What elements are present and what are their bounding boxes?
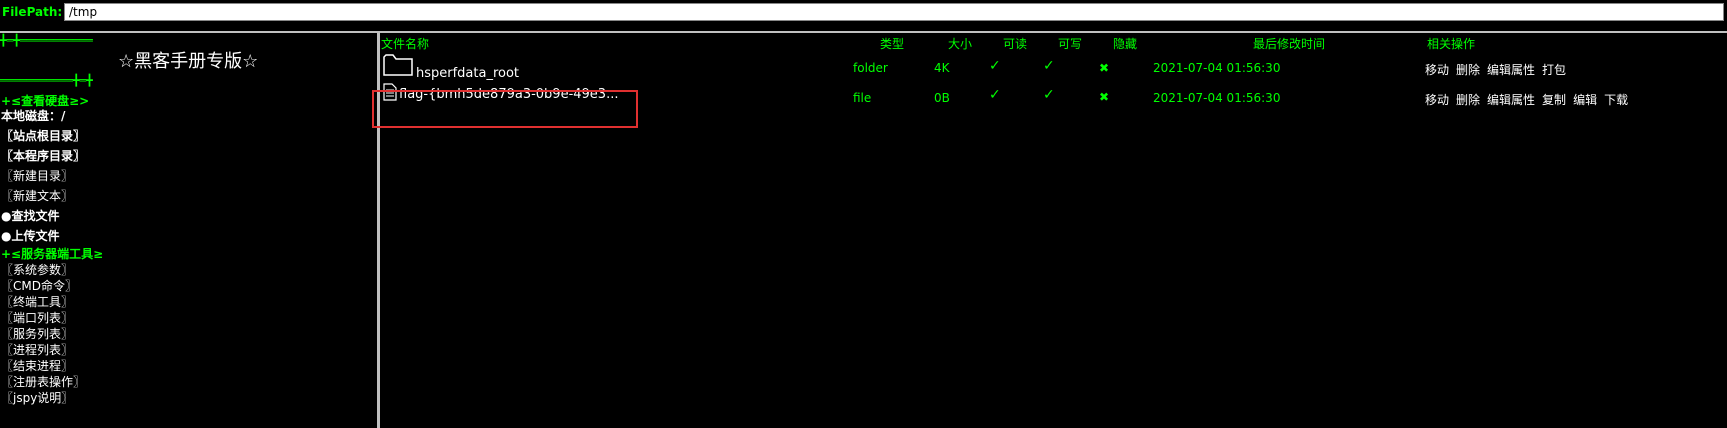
- server-tools-section-link[interactable]: +≤服务器端工具≥: [1, 247, 103, 261]
- tool-port-list[interactable]: 〖端口列表〗: [1, 311, 73, 325]
- path-bar: FilePath: /tmp: [0, 0, 1727, 26]
- disk-section-link[interactable]: +≤查看硬盘≥>: [1, 94, 89, 108]
- col-header-name: 文件名称: [381, 37, 430, 51]
- move-link[interactable]: 移动: [1425, 63, 1449, 77]
- filepath-input[interactable]: /tmp: [64, 3, 1724, 21]
- edit-props-link[interactable]: 编辑属性: [1487, 63, 1535, 77]
- tool-jspy-help[interactable]: 〖jspy说明〗: [1, 391, 73, 405]
- tool-system-params[interactable]: 〖系统参数〗: [1, 263, 73, 277]
- sidebar: ╋═╋═══════════ ☆黑客手册专版☆ ═══════════╋═╋ +…: [0, 33, 377, 428]
- tool-registry[interactable]: 〖注册表操作〗: [1, 375, 85, 389]
- file-type: folder: [853, 61, 888, 75]
- sidebar-item-program-dir[interactable]: 〖本程序目录〗: [1, 149, 85, 163]
- file-actions: 移动 删除 编辑属性 复制 编辑 下载: [1425, 91, 1635, 108]
- sidebar-deco-bottom: ═══════════╋═╋: [0, 74, 93, 87]
- readable-check-icon: ✓: [989, 87, 1001, 103]
- tool-kill-process[interactable]: 〖结束进程〗: [1, 359, 73, 373]
- sidebar-item-new-dir[interactable]: 〖新建目录〗: [1, 169, 73, 183]
- sidebar-item-new-text[interactable]: 〖新建文本〗: [1, 189, 73, 203]
- hidden-cross-icon: ✖: [1099, 61, 1110, 75]
- edit-props-link[interactable]: 编辑属性: [1487, 93, 1535, 107]
- sidebar-title: ☆黑客手册专版☆: [118, 51, 259, 72]
- tool-terminal[interactable]: 〖终端工具〗: [1, 295, 73, 309]
- sidebar-item-site-root[interactable]: 〖站点根目录〗: [1, 129, 85, 143]
- readable-check-icon: ✓: [989, 58, 1001, 74]
- edit-link[interactable]: 编辑: [1573, 93, 1597, 107]
- col-header-size: 大小: [948, 37, 973, 51]
- local-disk-label: 本地磁盘：/: [1, 109, 66, 123]
- file-size: 0B: [934, 91, 950, 105]
- sidebar-item-upload-file[interactable]: ●上传文件: [1, 229, 59, 243]
- sidebar-item-find-file[interactable]: ●查找文件: [1, 209, 59, 223]
- file-modified-time: 2021-07-04 01:56:30: [1153, 61, 1281, 75]
- file-modified-time: 2021-07-04 01:56:30: [1153, 91, 1281, 105]
- col-header-modified: 最后修改时间: [1253, 37, 1326, 51]
- tool-cmd[interactable]: 〖CMD命令〗: [1, 279, 77, 293]
- file-actions: 移动 删除 编辑属性 打包: [1425, 61, 1573, 78]
- folder-icon[interactable]: [383, 53, 413, 76]
- delete-link[interactable]: 删除: [1456, 63, 1480, 77]
- move-link[interactable]: 移动: [1425, 93, 1449, 107]
- file-type: file: [853, 91, 872, 105]
- file-size: 4K: [934, 61, 950, 75]
- col-header-type: 类型: [880, 37, 905, 51]
- writable-check-icon: ✓: [1043, 87, 1055, 103]
- file-name-link[interactable]: hsperfdata_root: [416, 66, 519, 81]
- tool-service-list[interactable]: 〖服务列表〗: [1, 327, 73, 341]
- writable-check-icon: ✓: [1043, 58, 1055, 74]
- pack-link[interactable]: 打包: [1542, 63, 1566, 77]
- download-link[interactable]: 下载: [1604, 93, 1628, 107]
- tool-process-list[interactable]: 〖进程列表〗: [1, 343, 73, 357]
- filepath-label: FilePath:: [2, 5, 63, 19]
- highlight-box: [372, 90, 638, 128]
- col-header-hidden: 隐藏: [1113, 37, 1138, 51]
- hidden-cross-icon: ✖: [1099, 90, 1110, 104]
- copy-link[interactable]: 复制: [1542, 93, 1566, 107]
- col-header-ops: 相关操作: [1427, 37, 1476, 51]
- col-header-readable: 可读: [1003, 37, 1028, 51]
- sidebar-deco-top: ╋═╋═══════════: [0, 34, 93, 47]
- delete-link[interactable]: 删除: [1456, 93, 1480, 107]
- col-header-writable: 可写: [1058, 37, 1083, 51]
